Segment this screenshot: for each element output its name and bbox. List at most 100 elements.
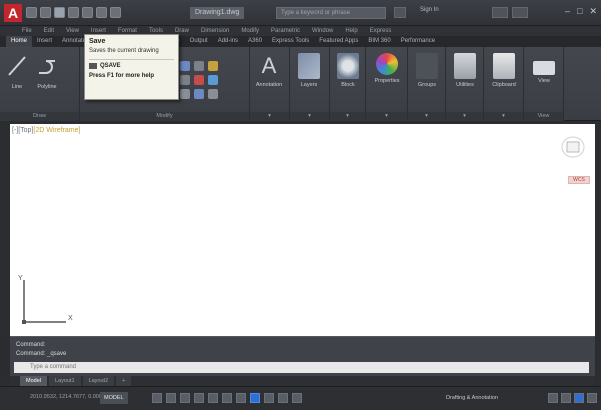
otrack-icon[interactable] xyxy=(222,393,232,403)
tooltip-title: Save xyxy=(89,38,106,45)
lineweight-icon[interactable] xyxy=(236,393,246,403)
snap-icon[interactable] xyxy=(166,393,176,403)
tab-home[interactable]: Home xyxy=(6,36,33,47)
search-input[interactable]: Type a keyword or phrase xyxy=(276,7,386,19)
modify-panel-title[interactable]: Modify xyxy=(80,112,249,121)
array-icon[interactable] xyxy=(208,89,218,99)
menu-parametric[interactable]: Parametric xyxy=(271,26,300,36)
viewport-view-label[interactable]: [-][Top] xyxy=(12,127,33,134)
isolate-icon[interactable] xyxy=(561,393,571,403)
annotation-visibility-icon[interactable] xyxy=(292,393,302,403)
tab-performance[interactable]: Performance xyxy=(396,36,440,47)
help-icon[interactable] xyxy=(512,7,528,18)
stretch-icon[interactable] xyxy=(180,89,190,99)
plot-icon[interactable] xyxy=(82,7,93,18)
utilities-panel-title[interactable]: ▾ xyxy=(446,112,483,121)
cursor-coordinates: 2010.9532, 1214.7677, 0.0000 xyxy=(30,394,105,400)
viewcube[interactable] xyxy=(561,134,585,164)
lock-icon[interactable] xyxy=(548,393,558,403)
save-as-icon[interactable] xyxy=(68,7,79,18)
properties-panel-title[interactable]: ▾ xyxy=(366,112,407,121)
save-icon[interactable] xyxy=(54,7,65,18)
status-bar: 2010.9532, 1214.7677, 0.0000 MODEL Draft… xyxy=(0,386,601,410)
block-tool[interactable]: Block xyxy=(333,53,363,88)
drawing-canvas[interactable]: [-][Top][2D Wireframe] WCS Y X xyxy=(10,124,595,336)
view-tool[interactable]: View xyxy=(529,53,559,84)
annotation-scale-icon[interactable] xyxy=(278,393,288,403)
command-line-grip[interactable] xyxy=(0,336,10,376)
annotation-tool[interactable]: A Annotation xyxy=(254,53,284,88)
view-panel: View View xyxy=(524,47,564,121)
menu-view[interactable]: View xyxy=(66,26,79,36)
view-panel-title[interactable]: View xyxy=(524,112,563,121)
tab-insert[interactable]: Insert xyxy=(32,36,57,47)
tab-a360[interactable]: A360 xyxy=(243,36,267,47)
minimize-icon[interactable]: – xyxy=(565,6,570,17)
model-space-button[interactable]: MODEL xyxy=(100,392,128,404)
groups-tool[interactable]: Groups xyxy=(412,53,442,88)
layers-panel-title[interactable]: ▾ xyxy=(290,112,329,121)
scale-icon[interactable] xyxy=(194,89,204,99)
clipboard-tool[interactable]: Clipboard xyxy=(489,53,519,88)
move-icon[interactable] xyxy=(180,61,190,71)
copy-icon[interactable] xyxy=(180,75,190,85)
command-input[interactable]: Type a command xyxy=(14,362,589,373)
layout-tab-layout2[interactable]: Layout2 xyxy=(82,376,115,386)
polyline-tool[interactable]: Polyline xyxy=(32,53,62,90)
grid-icon[interactable] xyxy=(152,393,162,403)
visual-style-label[interactable]: [2D Wireframe] xyxy=(33,127,80,134)
workspace-switch[interactable]: Drafting & Annotation xyxy=(446,393,498,403)
annotation-panel-title[interactable]: ▾ xyxy=(250,112,289,121)
calculator-icon xyxy=(454,53,476,79)
ortho-icon[interactable] xyxy=(180,393,190,403)
mirror-icon[interactable] xyxy=(194,75,204,85)
layout-tab-model[interactable]: Model xyxy=(20,376,47,386)
properties-tool[interactable]: Properties xyxy=(372,53,402,84)
menu-modify[interactable]: Modify xyxy=(241,26,259,36)
tab-featured-apps[interactable]: Featured Apps xyxy=(314,36,363,47)
draw-panel-title[interactable]: Draw xyxy=(0,112,79,121)
fillet-icon[interactable] xyxy=(208,75,218,85)
maximize-icon[interactable]: □ xyxy=(577,6,582,17)
sign-in-link[interactable]: Sign In xyxy=(420,7,439,13)
tab-add-ins[interactable]: Add-ins xyxy=(213,36,243,47)
transparency-icon[interactable] xyxy=(250,393,260,403)
clipboard-panel-title[interactable]: ▾ xyxy=(484,112,523,121)
command-history-line: Command: xyxy=(16,342,46,348)
clipboard-label: Clipboard xyxy=(492,82,516,88)
application-menu-button[interactable]: A xyxy=(4,4,22,22)
tab-bim-360[interactable]: BIM 360 xyxy=(363,36,395,47)
viewport-controls[interactable]: [-][Top][2D Wireframe] xyxy=(12,127,80,134)
redo-icon[interactable] xyxy=(110,7,121,18)
search-icon[interactable] xyxy=(394,7,406,18)
undo-icon[interactable] xyxy=(96,7,107,18)
wcs-menu[interactable]: WCS xyxy=(568,176,590,184)
utilities-tool[interactable]: Utilities xyxy=(450,53,480,88)
customize-icon[interactable] xyxy=(587,393,597,403)
layers-tool[interactable]: Layers xyxy=(294,53,324,88)
menu-edit[interactable]: Edit xyxy=(44,26,54,36)
layout-tab-layout1[interactable]: Layout1 xyxy=(48,376,81,386)
groups-panel-title[interactable]: ▾ xyxy=(408,112,445,121)
selection-cycling-icon[interactable] xyxy=(264,393,274,403)
osnap-icon[interactable] xyxy=(208,393,218,403)
tab-express-tools[interactable]: Express Tools xyxy=(267,36,314,47)
exchange-icon[interactable] xyxy=(492,7,508,18)
menu-help[interactable]: Help xyxy=(345,26,357,36)
svg-text:X: X xyxy=(68,315,73,322)
polar-icon[interactable] xyxy=(194,393,204,403)
tab-output[interactable]: Output xyxy=(185,36,213,47)
trim-icon[interactable] xyxy=(208,61,218,71)
add-layout-button[interactable]: + xyxy=(116,376,132,386)
menu-file[interactable]: File xyxy=(22,26,32,36)
menu-express[interactable]: Express xyxy=(370,26,392,36)
line-tool[interactable]: Line xyxy=(2,53,32,90)
close-icon[interactable]: ✕ xyxy=(589,6,597,17)
menu-window[interactable]: Window xyxy=(312,26,333,36)
new-icon[interactable] xyxy=(26,7,37,18)
block-panel-title[interactable]: ▾ xyxy=(330,112,365,121)
menu-dimension[interactable]: Dimension xyxy=(201,26,229,36)
open-icon[interactable] xyxy=(40,7,51,18)
rotate-icon[interactable] xyxy=(194,61,204,71)
hardware-acceleration-icon[interactable] xyxy=(574,393,584,403)
